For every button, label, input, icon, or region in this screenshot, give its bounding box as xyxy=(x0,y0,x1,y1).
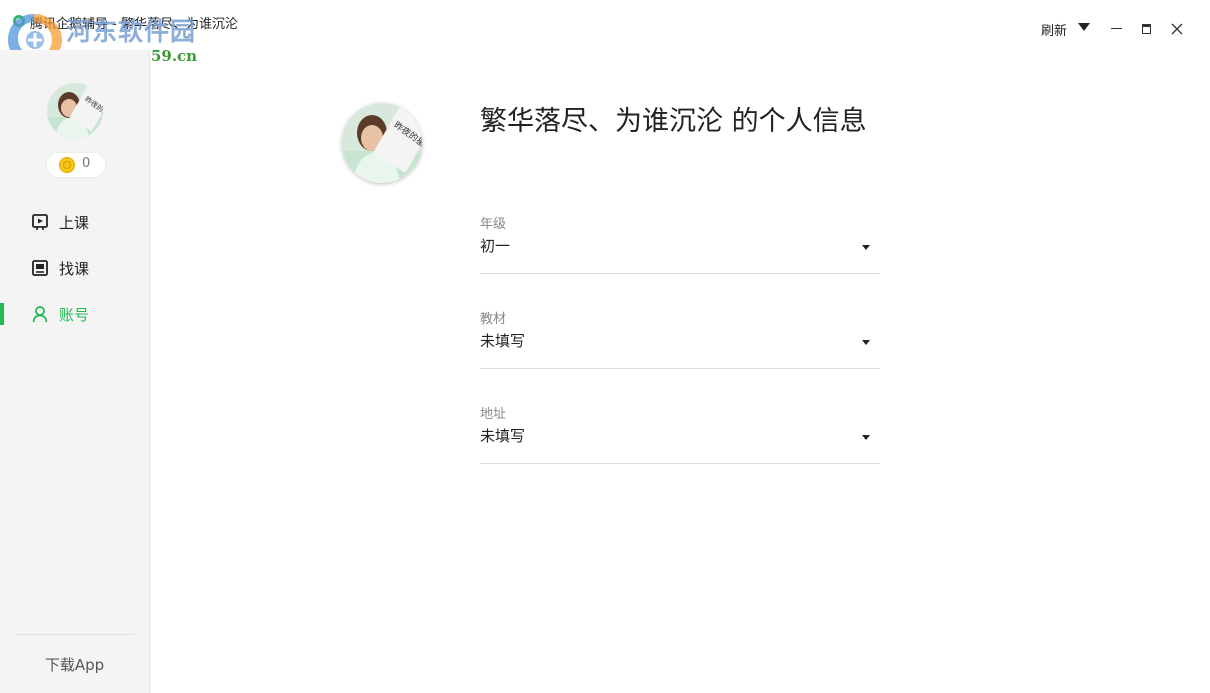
coin-icon xyxy=(59,157,75,173)
profile-avatar[interactable]: 昨夜的星辰已坠落 xyxy=(342,103,422,183)
maximize-icon[interactable] xyxy=(1142,24,1151,34)
sidebar-item-label: 找课 xyxy=(59,260,90,278)
page-title: 繁华落尽、为谁沉沦 的个人信息 xyxy=(480,106,867,137)
caret-down-icon xyxy=(862,245,870,250)
field-label: 年级 xyxy=(480,217,507,232)
active-indicator xyxy=(0,303,4,325)
user-icon xyxy=(32,306,48,323)
caret-down-icon xyxy=(862,340,870,345)
avatar[interactable]: 昨夜的星辰已坠落 xyxy=(47,83,103,139)
close-icon[interactable] xyxy=(1168,20,1186,38)
menu-dropdown-icon[interactable] xyxy=(1078,23,1090,31)
refresh-button[interactable]: 刷新 xyxy=(1041,20,1067,39)
field-value: 未填写 xyxy=(480,427,526,445)
sidebar-item-account[interactable]: 账号 xyxy=(0,296,149,332)
app-logo-icon xyxy=(13,15,25,27)
caret-down-icon xyxy=(862,435,870,440)
sidebar-item-find-course[interactable]: 找课 xyxy=(0,250,149,286)
field-value: 未填写 xyxy=(480,332,526,350)
minimize-icon[interactable] xyxy=(1111,28,1122,29)
sidebar-item-label: 账号 xyxy=(59,306,90,324)
field-value: 初一 xyxy=(480,237,511,255)
address-select[interactable]: 地址 未填写 xyxy=(480,403,880,464)
title-bar: 腾讯企鹅辅导 - 繁华落尽、为谁沉沦 河东软件园 www.pc0359.cn 刷… xyxy=(0,0,1210,66)
field-label: 教材 xyxy=(480,312,507,327)
coin-count: 0 xyxy=(82,156,91,171)
play-screen-icon xyxy=(32,214,48,230)
browse-icon xyxy=(32,260,48,276)
download-app-link[interactable]: 下载App xyxy=(0,654,149,675)
window-title: 腾讯企鹅辅导 - 繁华落尽、为谁沉沦 xyxy=(30,17,238,32)
textbook-select[interactable]: 教材 未填写 xyxy=(480,308,880,369)
sidebar: 昨夜的星辰已坠落 0 上课 找课 账号 下载App xyxy=(0,50,150,693)
coin-balance[interactable]: 0 xyxy=(46,152,106,178)
profile-avatar-photo: 昨夜的星辰已坠落 xyxy=(342,103,422,183)
avatar-photo: 昨夜的星辰已坠落 xyxy=(47,83,103,139)
grade-select[interactable]: 年级 初一 xyxy=(480,213,880,274)
sidebar-item-class[interactable]: 上课 xyxy=(0,204,149,240)
divider xyxy=(16,634,134,635)
sidebar-item-label: 上课 xyxy=(59,214,90,232)
field-label: 地址 xyxy=(480,407,507,422)
